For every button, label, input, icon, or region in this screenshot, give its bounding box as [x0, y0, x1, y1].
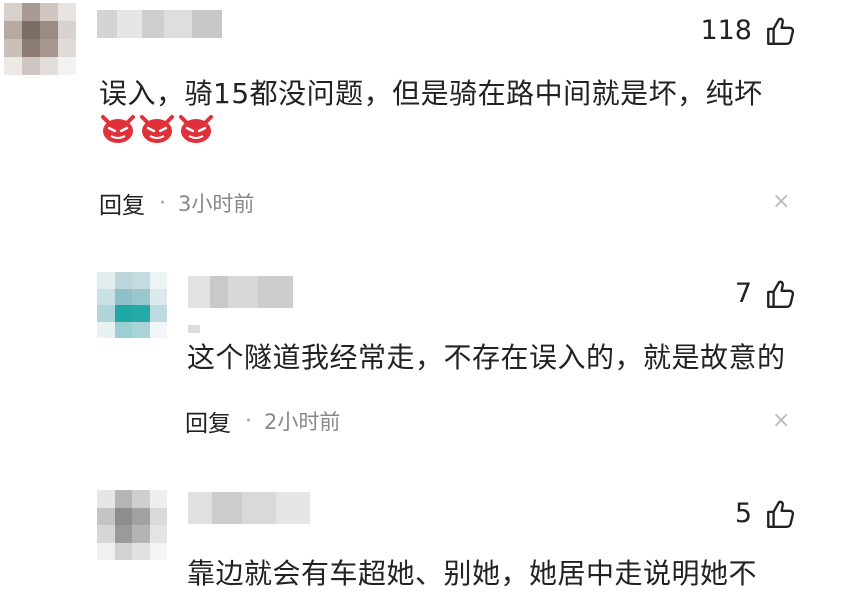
devil-face-icon — [101, 115, 135, 143]
close-icon[interactable]: × — [772, 189, 790, 214]
reply-button[interactable]: 回复 — [185, 404, 231, 438]
reply-button[interactable]: 回复 — [99, 186, 145, 220]
like-count: 7 — [734, 278, 752, 309]
thumbs-up-icon[interactable] — [764, 278, 796, 310]
timestamp: 2小时前 — [264, 410, 341, 434]
username[interactable] — [188, 492, 310, 524]
separator-dot: · — [159, 190, 166, 216]
username[interactable] — [97, 10, 222, 38]
thumbs-up-icon[interactable] — [764, 498, 796, 530]
thumbs-up-icon[interactable] — [764, 15, 796, 47]
comment-text: 误入，骑15都没问题，但是骑在路中间就是坏，纯坏 — [99, 77, 763, 110]
close-icon[interactable]: × — [772, 408, 790, 433]
devil-face-icon — [140, 115, 174, 143]
separator-dot: · — [245, 408, 252, 434]
devil-face-icon — [179, 115, 213, 143]
emoji-row — [100, 114, 217, 150]
like-count: 5 — [734, 498, 752, 529]
comment-text: 这个隧道我经常走，不存在误入的，就是故意的 — [187, 341, 786, 374]
avatar[interactable] — [97, 490, 167, 560]
comment-meta: 回复 · 2小时前 — [185, 404, 340, 438]
username[interactable] — [188, 276, 293, 308]
like-count: 118 — [700, 15, 752, 46]
blur-mark — [188, 325, 200, 333]
avatar[interactable] — [4, 3, 76, 75]
avatar[interactable] — [97, 272, 167, 338]
comment-meta: 回复 · 3小时前 — [99, 186, 254, 220]
comment-text: 靠边就会有车超她、别她，她居中走说明她不 — [187, 557, 758, 590]
timestamp: 3小时前 — [178, 192, 255, 216]
